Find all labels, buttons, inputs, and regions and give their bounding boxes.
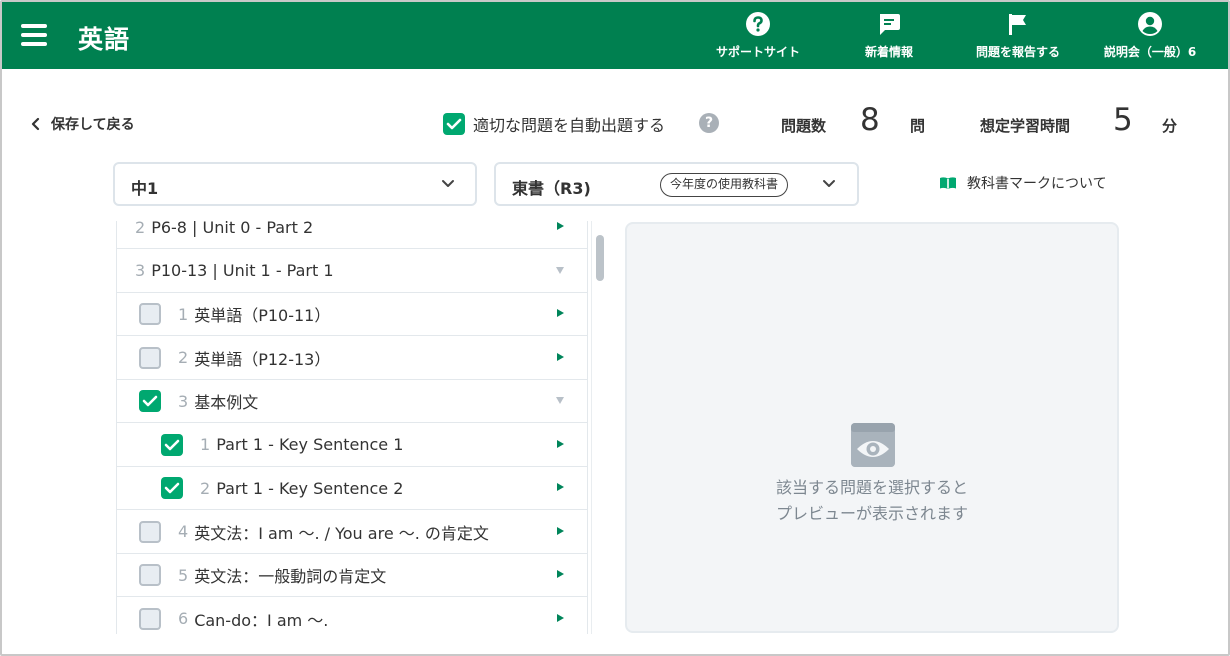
textbook-select[interactable]: 東書（R3) 今年度の使用教科書: [494, 162, 859, 206]
nav-report-problem-label: 問題を報告する: [975, 45, 1060, 59]
tree-row-number: 2: [135, 221, 146, 237]
tree-row[interactable]: 6 Can-do：I am 〜.: [117, 598, 587, 635]
caret-right-icon[interactable]: [555, 221, 565, 231]
tree-row-number: 5: [178, 565, 189, 585]
preview-message-line1: 該当する問題を選択すると: [775, 478, 968, 497]
tree-row-label: P10-13 | Unit 1 - Part 1: [151, 261, 334, 280]
hamburger-menu-icon[interactable]: [21, 24, 49, 46]
grade-select[interactable]: 中1: [113, 162, 477, 206]
caret-right-icon[interactable]: [555, 569, 565, 579]
caret-right-icon[interactable]: [555, 308, 565, 318]
study-time-value: 5: [1113, 102, 1133, 138]
problem-tree-list: 2 P6-8 | Unit 0 - Part 2 3 P10-13 | Unit 1 …: [116, 221, 588, 634]
nav-support-site[interactable]: サポートサイト: [706, 11, 810, 65]
textbook-select-value: 東書（R3): [512, 179, 591, 198]
save-and-back-link[interactable]: 保存して戻る: [29, 114, 135, 134]
message-icon: [880, 14, 900, 35]
user-icon: [1138, 12, 1162, 36]
nav-news-label: 新着情報: [864, 45, 913, 59]
tree-row[interactable]: 1 Part 1 - Key Sentence 1: [117, 424, 587, 467]
tree-row-label: Can-do：I am 〜.: [194, 610, 329, 630]
tree-row-label: Part 1 - Key Sentence 1: [216, 435, 404, 454]
tree-row-label: 英文法：I am 〜. / You are 〜. の肯定文: [194, 523, 489, 543]
question-count-value: 8: [860, 102, 880, 138]
app-window: 英語 サポートサイト 新着情報 問題を報告する 説明会（一般）6 保存して戻る …: [0, 0, 1230, 656]
question-help-icon[interactable]: ?: [699, 113, 719, 133]
textbook-mark-info-link[interactable]: 教科書マークについて: [939, 173, 1107, 193]
checkbox-checked-icon[interactable]: [161, 477, 183, 499]
nav-user-account-label: 説明会（一般）6: [1103, 45, 1197, 59]
nav-report-problem[interactable]: 問題を報告する: [965, 11, 1071, 65]
caret-right-icon[interactable]: [555, 439, 565, 449]
eye-preview-icon: [851, 423, 895, 467]
grade-select-value: 中1: [131, 179, 159, 198]
chevron-down-icon: [823, 180, 835, 187]
chevron-left-icon: [31, 117, 40, 131]
tree-row[interactable]: 3 P10-13 | Unit 1 - Part 1: [117, 250, 587, 293]
tree-row[interactable]: 2 英単語（P12-13）: [117, 337, 587, 380]
tree-row[interactable]: 4 英文法：I am 〜. / You are 〜. の肯定文: [117, 511, 587, 554]
preview-panel: 該当する問題を選択すると プレビューが表示されます: [625, 222, 1119, 633]
tree-row-number: 4: [178, 522, 189, 541]
textbook-mark-info-label: 教科書マークについて: [967, 176, 1107, 192]
save-and-back-label: 保存して戻る: [51, 117, 135, 133]
current-textbook-badge: 今年度の使用教科書: [660, 173, 789, 197]
tree-row[interactable]: 1 英単語（P10-11）: [117, 293, 587, 336]
book-icon: [940, 177, 956, 189]
tree-row-label: 英文法：一般動詞の肯定文: [194, 567, 387, 586]
tree-row-label: 英単語（P12-13）: [194, 349, 331, 369]
tree-row-number: 1: [200, 435, 211, 454]
caret-down-icon[interactable]: [555, 395, 565, 405]
list-scrollbar-thumb[interactable]: [596, 235, 604, 281]
caret-down-icon[interactable]: [555, 265, 565, 275]
preview-empty-message: 該当する問題を選択すると プレビューが表示されます: [627, 475, 1117, 527]
auto-assign-label: 適切な問題を自動出題する: [473, 116, 666, 135]
tree-row[interactable]: 2 Part 1 - Key Sentence 2: [117, 467, 587, 510]
chevron-down-icon: [442, 180, 454, 187]
tree-row[interactable]: 3 基本例文: [117, 380, 587, 423]
tree-row-label: 英単語（P10-11）: [194, 306, 331, 325]
tree-row[interactable]: 5 英文法：一般動詞の肯定文: [117, 554, 587, 597]
auto-assign-checkbox[interactable]: 適切な問題を自動出題する: [443, 112, 665, 136]
flag-icon: [1009, 14, 1026, 35]
nav-support-site-label: サポートサイト: [715, 45, 800, 59]
tree-row-number: 3: [178, 391, 189, 411]
checkbox-unchecked[interactable]: [139, 520, 161, 543]
tree-row-number: 1: [178, 304, 189, 324]
nav-user-account[interactable]: 説明会（一般）6: [1094, 11, 1206, 65]
tree-row-number: 2: [200, 478, 211, 498]
tree-row-label: P6-8 | Unit 0 - Part 2: [151, 221, 314, 237]
checkbox-unchecked[interactable]: [139, 564, 161, 586]
app-title: 英語: [78, 25, 131, 54]
caret-right-icon[interactable]: [555, 482, 565, 492]
checkbox-checked-icon[interactable]: [139, 390, 161, 412]
checkbox-checked-icon[interactable]: [443, 113, 465, 135]
checkbox-unchecked[interactable]: [139, 346, 161, 369]
caret-right-icon[interactable]: [555, 352, 565, 362]
tree-row-number: 2: [178, 348, 189, 367]
nav-news[interactable]: 新着情報: [854, 11, 924, 65]
checkbox-unchecked[interactable]: [139, 607, 161, 630]
study-time-label: 想定学習時間: [980, 117, 1071, 135]
question-count-unit: 問: [910, 117, 926, 135]
header-bar: 英語 サポートサイト 新着情報 問題を報告する 説明会（一般）6: [2, 2, 1228, 69]
tree-row-label: 基本例文: [194, 393, 259, 412]
tree-row-number: 3: [135, 261, 146, 280]
tree-row-label: Part 1 - Key Sentence 2: [216, 478, 404, 498]
tree-row-number: 6: [178, 609, 189, 628]
checkbox-unchecked[interactable]: [139, 303, 161, 325]
caret-right-icon[interactable]: [555, 526, 565, 536]
preview-message-line2: プレビューが表示されます: [775, 504, 968, 523]
checkbox-checked-icon[interactable]: [161, 433, 183, 456]
question-count-label: 問題数: [781, 117, 827, 135]
tree-row[interactable]: 2 P6-8 | Unit 0 - Part 2: [117, 221, 587, 249]
study-time-unit: 分: [1162, 117, 1178, 135]
list-scrollbar[interactable]: [591, 221, 607, 634]
help-circle-icon: [746, 12, 770, 36]
caret-right-icon[interactable]: [555, 613, 565, 623]
